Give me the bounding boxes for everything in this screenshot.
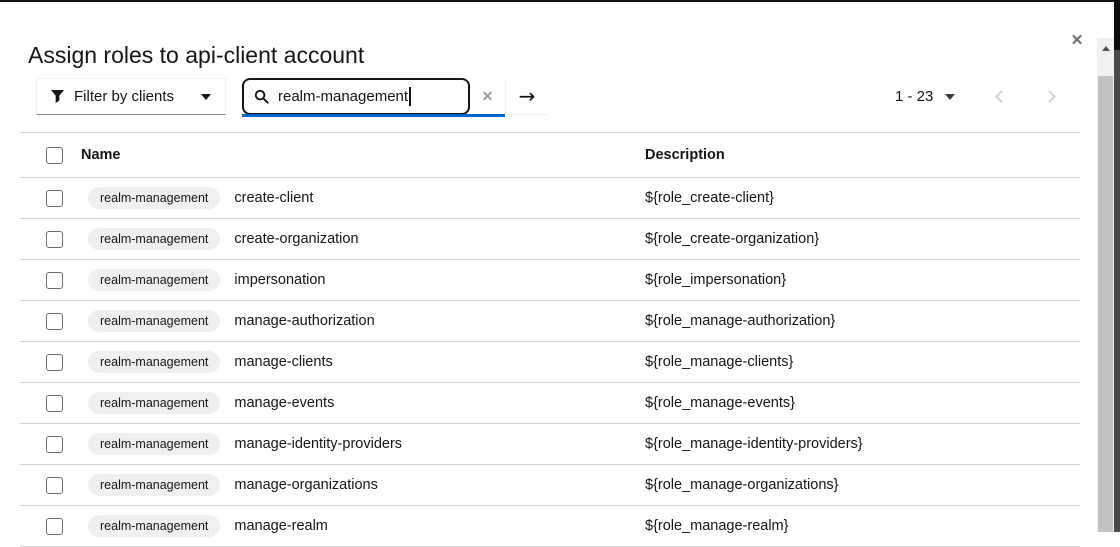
text-caret: [409, 87, 412, 106]
scrollbar-up-button[interactable]: [1097, 38, 1114, 58]
row-checkbox[interactable]: [46, 230, 63, 248]
client-badge: realm-management: [88, 228, 221, 250]
row-checkbox-cell: [20, 230, 81, 248]
row-checkbox[interactable]: [46, 271, 63, 289]
client-badge: realm-management: [88, 515, 221, 537]
search-group: realm-management ✕ →: [242, 78, 548, 115]
scroll-up-arrow-icon: [1101, 45, 1110, 51]
role-name: manage-events: [234, 395, 335, 411]
table-row: realm-management manage-identity-provide…: [20, 424, 1080, 465]
row-checkbox-cell: [20, 435, 81, 453]
chevron-left-icon: [994, 90, 1008, 103]
pagination-next-button[interactable]: [1035, 83, 1063, 111]
chevron-down-icon: [201, 93, 211, 100]
scrollbar-thumb[interactable]: [1098, 76, 1113, 532]
role-description: ${role_manage-organizations}: [645, 477, 839, 493]
search-input[interactable]: realm-management: [242, 78, 470, 115]
search-icon: [254, 89, 269, 104]
table-body: realm-management create-client ${role_cr…: [20, 178, 1080, 547]
search-input-value: realm-management: [278, 88, 409, 105]
row-checkbox-cell: [20, 271, 81, 289]
row-name-cell: realm-management manage-authorization: [81, 310, 645, 332]
row-checkbox[interactable]: [46, 353, 63, 371]
table-row: realm-management create-organization ${r…: [20, 219, 1080, 260]
row-checkbox-cell: [20, 189, 81, 207]
client-badge: realm-management: [88, 433, 221, 455]
row-name-cell: realm-management manage-events: [81, 392, 645, 414]
pagination-range: 1 - 23: [895, 88, 934, 105]
select-all-cell: [20, 146, 81, 164]
backdrop-right-strip-top: [1114, 0, 1120, 50]
role-name: manage-organizations: [234, 477, 378, 493]
roles-table: Name Description realm-management create…: [20, 132, 1080, 547]
row-name-cell: realm-management manage-identity-provide…: [81, 433, 645, 455]
row-checkbox-cell: [20, 312, 81, 330]
client-badge: realm-management: [88, 310, 221, 332]
search-focus-underline: [242, 114, 505, 117]
table-row: realm-management manage-organizations ${…: [20, 465, 1080, 506]
client-badge: realm-management: [88, 269, 221, 291]
role-description: ${role_manage-events}: [645, 395, 795, 411]
row-name-cell: realm-management create-client: [81, 187, 645, 209]
vertical-scrollbar-track[interactable]: [1097, 38, 1114, 532]
role-name: create-organization: [234, 231, 359, 247]
row-checkbox-cell: [20, 394, 81, 412]
table-row: realm-management manage-realm ${role_man…: [20, 506, 1080, 547]
role-name: impersonation: [234, 272, 326, 288]
row-name-cell: realm-management create-organization: [81, 228, 645, 250]
table-row: realm-management manage-events ${role_ma…: [20, 383, 1080, 424]
close-icon[interactable]: ✕: [1066, 29, 1088, 51]
row-checkbox[interactable]: [46, 189, 63, 207]
role-name: manage-identity-providers: [234, 436, 403, 452]
chevron-right-icon: [1042, 90, 1056, 103]
row-checkbox-cell: [20, 476, 81, 494]
role-name: manage-clients: [234, 354, 333, 370]
client-badge: realm-management: [88, 474, 221, 496]
select-all-checkbox[interactable]: [46, 146, 63, 164]
row-checkbox-cell: [20, 353, 81, 371]
client-badge: realm-management: [88, 351, 221, 373]
table-row: realm-management manage-clients ${role_m…: [20, 342, 1080, 383]
row-name-cell: realm-management manage-clients: [81, 351, 645, 373]
pagination-chevron-down-icon[interactable]: [945, 93, 956, 100]
role-description: ${role_create-organization}: [645, 231, 820, 247]
row-name-cell: realm-management manage-organizations: [81, 474, 645, 496]
row-checkbox[interactable]: [46, 394, 63, 412]
filter-by-clients-dropdown[interactable]: Filter by clients: [36, 78, 226, 115]
row-name-cell: realm-management manage-realm: [81, 515, 645, 537]
pagination: 1 - 23: [895, 78, 1063, 115]
role-description: ${role_manage-authorization}: [645, 313, 836, 329]
row-checkbox[interactable]: [46, 476, 63, 494]
column-header-name: Name: [81, 147, 121, 163]
row-checkbox[interactable]: [46, 435, 63, 453]
role-description: ${role_manage-identity-providers}: [645, 436, 863, 452]
row-name-cell: realm-management impersonation: [81, 269, 645, 291]
backdrop-top-strip: [0, 0, 1120, 2]
filter-dropdown-label: Filter by clients: [74, 88, 175, 105]
role-description: ${role_create-client}: [645, 190, 774, 206]
client-badge: realm-management: [88, 187, 221, 209]
table-row: realm-management manage-authorization ${…: [20, 301, 1080, 342]
table-header-row: Name Description: [20, 132, 1080, 178]
role-description: ${role_manage-clients}: [645, 354, 794, 370]
row-checkbox[interactable]: [46, 312, 63, 330]
table-row: realm-management impersonation ${role_im…: [20, 260, 1080, 301]
pagination-prev-button[interactable]: [987, 83, 1015, 111]
search-submit-arrow-icon[interactable]: →: [505, 78, 548, 115]
client-badge: realm-management: [88, 392, 221, 414]
role-name: create-client: [234, 190, 314, 206]
role-name: manage-authorization: [234, 313, 375, 329]
filter-funnel-icon: [51, 90, 64, 103]
clear-search-icon[interactable]: ✕: [470, 78, 505, 115]
table-row: realm-management create-client ${role_cr…: [20, 178, 1080, 219]
column-header-description: Description: [645, 147, 725, 163]
role-description: ${role_impersonation}: [645, 272, 787, 288]
modal-title: Assign roles to api-client account: [28, 42, 365, 69]
backdrop-right-strip: [1114, 50, 1120, 532]
